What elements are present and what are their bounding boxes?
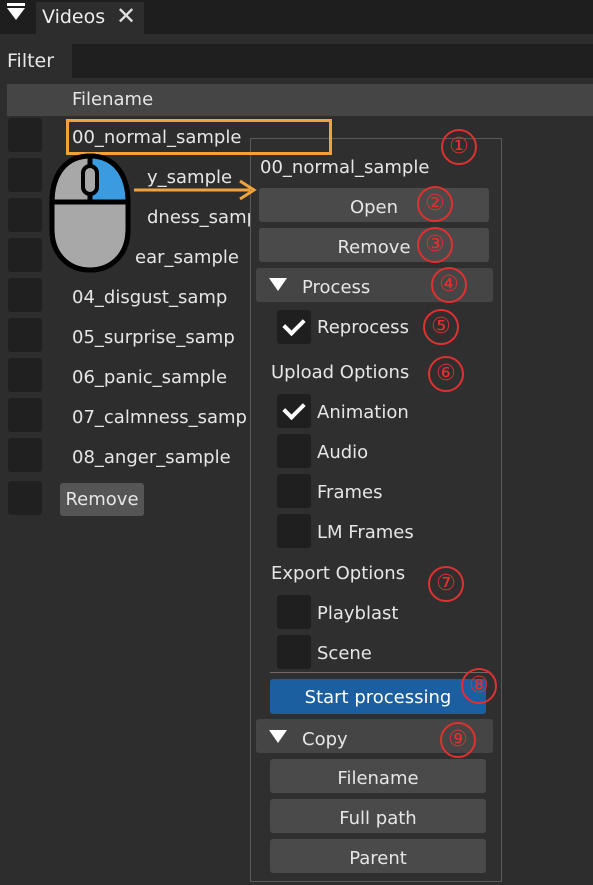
row-checkbox[interactable] [8,358,42,392]
check-icon [282,312,306,337]
table-row[interactable]: 04_disgust_samp [72,287,227,308]
reprocess-label: Reprocess [317,317,409,338]
start-processing-button[interactable]: Start processing [270,679,486,714]
menu-triangle-icon[interactable] [7,8,25,20]
mouse-icon [49,153,131,273]
lm-frames-checkbox[interactable] [277,514,311,548]
copy-full-path-button[interactable]: Full path [270,799,486,833]
lm-frames-label: LM Frames [317,522,414,543]
annotation-4: ④ [431,267,467,303]
highlight-box [66,119,332,155]
annotation-5: ⑤ [423,309,459,345]
annotation-9: ⑨ [440,722,476,758]
audio-label: Audio [317,442,369,463]
playblast-label: Playblast [317,603,399,624]
frames-label: Frames [317,482,383,503]
annotation-7: ⑦ [428,566,464,602]
filter-label: Filter [7,50,55,72]
row-checkbox[interactable] [8,198,42,232]
separator [270,672,488,673]
arrow-right-icon [134,179,257,201]
scene-label: Scene [317,643,372,664]
row-checkbox[interactable] [8,398,42,432]
table-row[interactable]: 08_anger_sample [72,447,231,468]
row-checkbox[interactable] [8,318,42,352]
playblast-checkbox[interactable] [277,595,311,629]
scene-checkbox[interactable] [277,635,311,669]
tab-title: Videos [42,6,106,28]
reprocess-checkbox[interactable] [277,310,311,344]
tab-videos[interactable]: Videos ✕ [36,2,144,34]
remove-button[interactable]: Remove [60,483,144,516]
annotation-6: ⑥ [428,356,464,392]
annotation-8: ⑧ [461,668,497,704]
table-row[interactable]: 07_calmness_samp [72,407,247,428]
audio-checkbox[interactable] [277,434,311,468]
process-header-label: Process [302,277,371,298]
export-options-title: Export Options [271,563,406,584]
copy-header-label: Copy [302,729,348,750]
close-icon[interactable]: ✕ [116,2,136,30]
triangle-down-icon [269,730,287,743]
column-header-filename[interactable]: Filename [72,89,153,110]
animation-label: Animation [317,402,409,423]
table-row[interactable]: ear_sample [135,247,239,268]
annotation-2: ② [417,186,453,222]
filter-input[interactable] [72,44,593,78]
row-checkbox[interactable] [8,238,42,272]
annotation-3: ③ [417,227,453,263]
popup-title: 00_normal_sample [260,157,430,178]
tab-bar: Videos ✕ [0,0,593,34]
copy-parent-button[interactable]: Parent [270,839,486,873]
open-button[interactable]: Open [259,188,489,222]
triangle-down-icon [269,278,287,291]
table-row[interactable]: 05_surprise_samp [72,327,235,348]
annotation-1: ① [441,129,477,165]
copy-filename-button[interactable]: Filename [270,759,486,793]
frames-checkbox[interactable] [277,474,311,508]
row-checkbox[interactable] [8,158,42,192]
row-checkbox[interactable] [8,438,42,472]
row-checkbox[interactable] [8,481,42,515]
upload-options-title: Upload Options [271,362,410,383]
row-checkbox[interactable] [8,278,42,312]
table-row[interactable]: dness_samp [147,207,258,228]
remove-menu-button[interactable]: Remove [259,228,489,262]
table-header: Filename [7,84,593,116]
check-icon [282,396,306,421]
table-row[interactable]: 06_panic_sample [72,367,227,388]
animation-checkbox[interactable] [277,394,311,428]
row-checkbox[interactable] [8,118,42,152]
menu-bar-icon[interactable] [7,3,25,6]
